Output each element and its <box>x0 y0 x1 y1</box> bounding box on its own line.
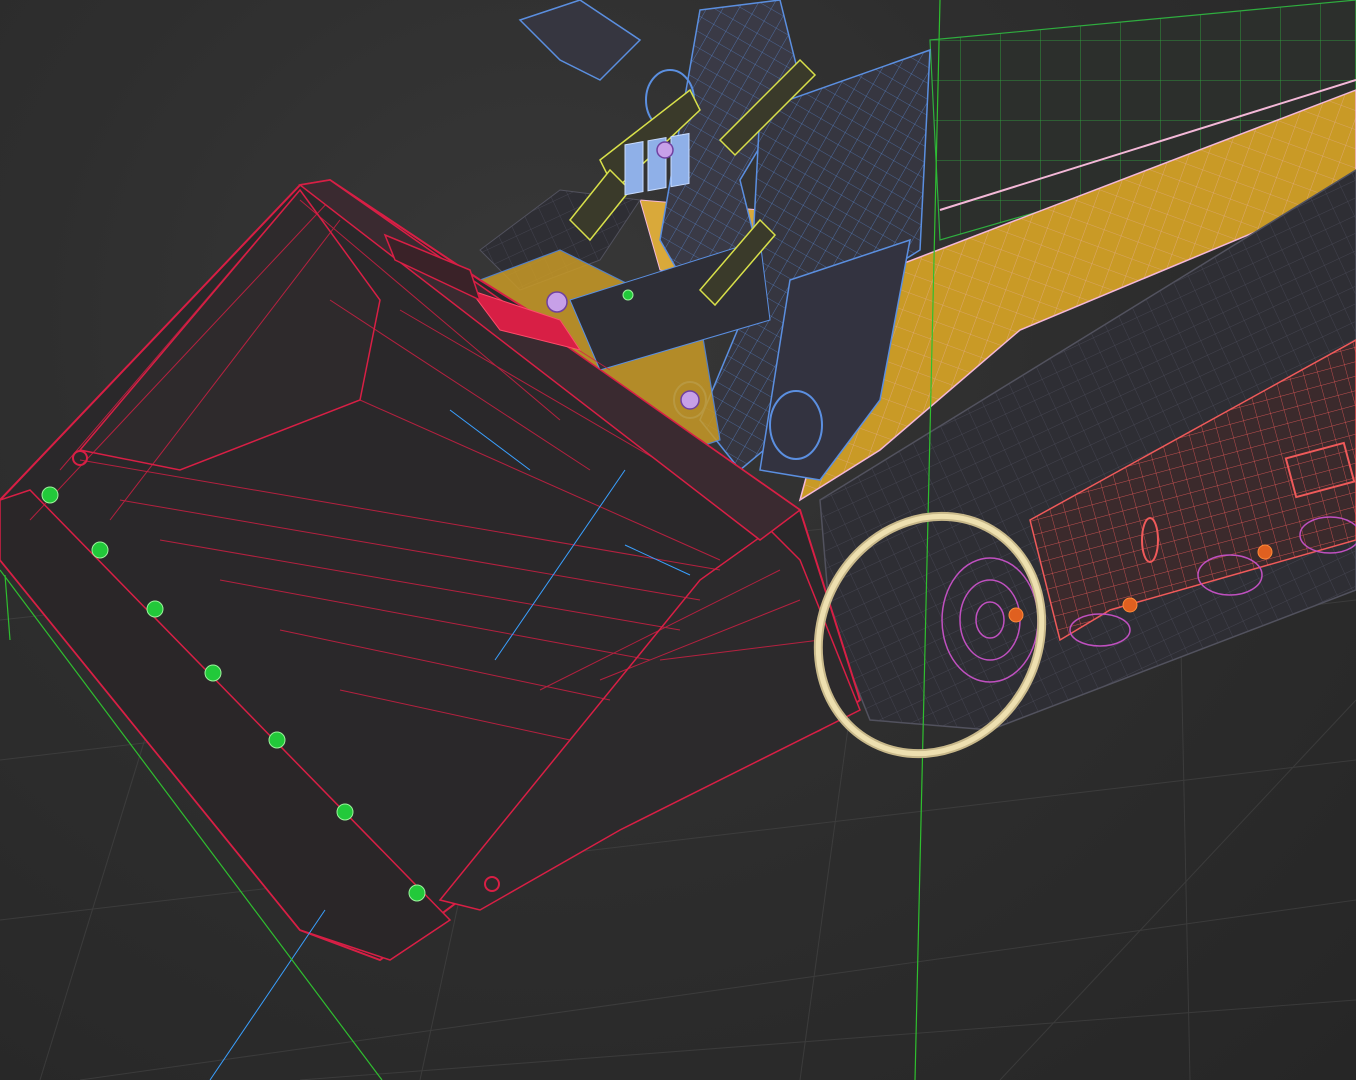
3d-viewport[interactable] <box>0 0 1356 1080</box>
valve-block <box>624 132 690 196</box>
wireframe-scene[interactable] <box>0 0 1356 1080</box>
